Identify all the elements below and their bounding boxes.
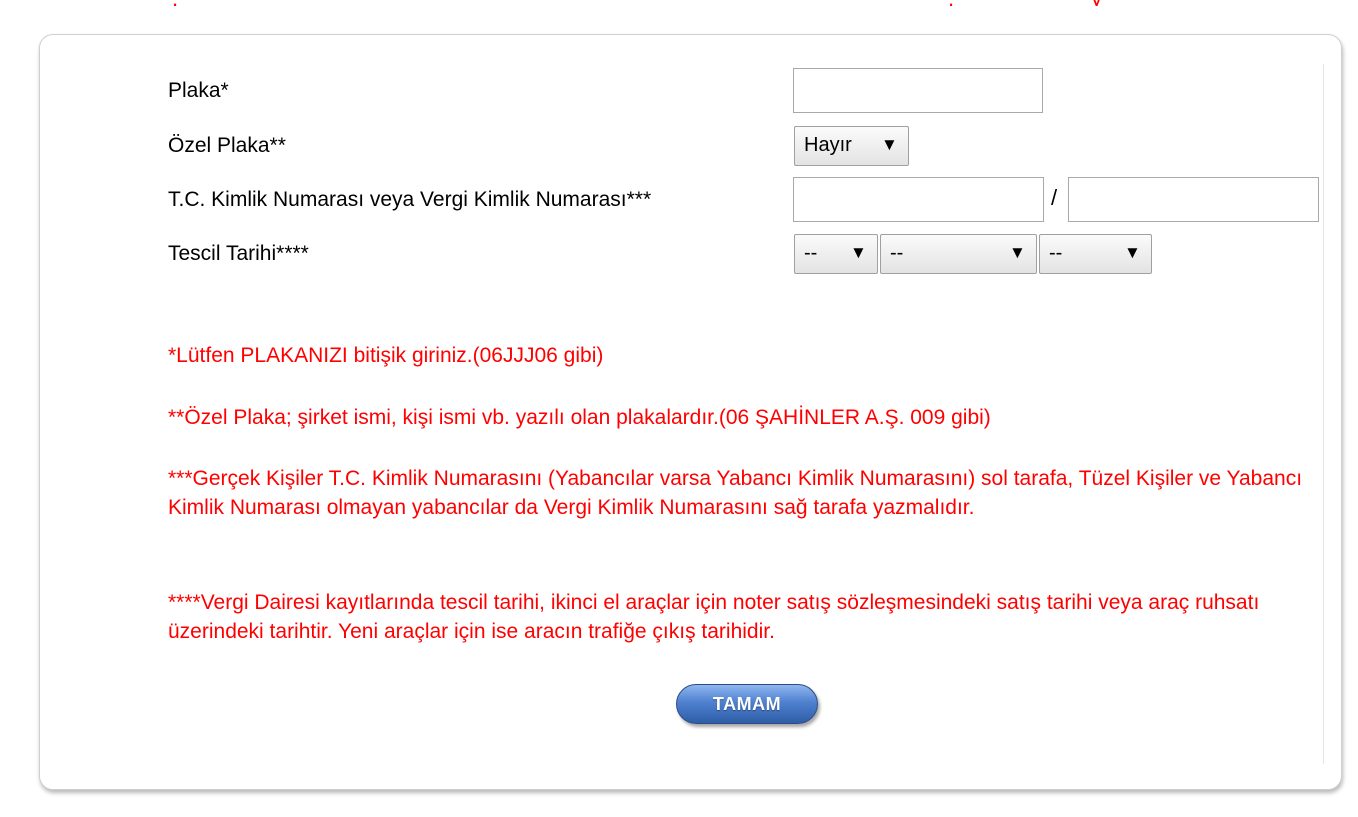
plaka-input[interactable] — [793, 68, 1043, 113]
submit-button[interactable]: TAMAM — [676, 684, 818, 724]
tescil-year-selected: -- — [1049, 242, 1063, 264]
chevron-down-icon: ▼ — [850, 243, 867, 262]
page: , , y Plaka* Özel Plaka** Hayır ▼ T.C. K… — [0, 0, 1358, 817]
ozel-plaka-label: Özel Plaka** — [168, 134, 286, 157]
note-tescil: ****Vergi Dairesi kayıtlarında tescil ta… — [168, 591, 1260, 643]
note-ozel-plaka: **Özel Plaka; şirket ismi, kişi ismi vb.… — [168, 406, 991, 429]
chevron-down-icon: ▼ — [1124, 243, 1141, 262]
tescil-day-select[interactable]: -- ▼ — [794, 234, 878, 274]
cropped-text-fragment-3: y — [1091, 0, 1102, 6]
vergi-kimlik-input[interactable] — [1068, 177, 1319, 222]
tescil-month-selected: -- — [890, 242, 904, 264]
chevron-down-icon: ▼ — [881, 135, 898, 154]
ozel-plaka-select[interactable]: Hayır ▼ — [794, 126, 909, 166]
plaka-label: Plaka* — [168, 79, 229, 102]
tescil-day-selected: -- — [804, 242, 818, 264]
kimlik-label: T.C. Kimlik Numarası veya Vergi Kimlik N… — [168, 188, 652, 211]
kimlik-separator: / — [1051, 185, 1058, 210]
chevron-down-icon: ▼ — [1009, 243, 1026, 262]
cropped-text-fragment-2: , — [948, 0, 954, 6]
cropped-text-fragment-1: , — [172, 0, 178, 6]
ozel-plaka-selected: Hayır — [804, 134, 852, 156]
tescil-month-select[interactable]: -- ▼ — [880, 234, 1037, 274]
tescil-year-select[interactable]: -- ▼ — [1039, 234, 1152, 274]
note-kimlik: ***Gerçek Kişiler T.C. Kimlik Numarasını… — [168, 467, 1303, 519]
note-plaka: *Lütfen PLAKANIZI bitişik giriniz.(06JJJ… — [168, 344, 604, 367]
cropped-top-text: , , y — [0, 0, 1358, 6]
tc-kimlik-input[interactable] — [793, 177, 1044, 222]
tescil-label: Tescil Tarihi**** — [168, 242, 309, 265]
